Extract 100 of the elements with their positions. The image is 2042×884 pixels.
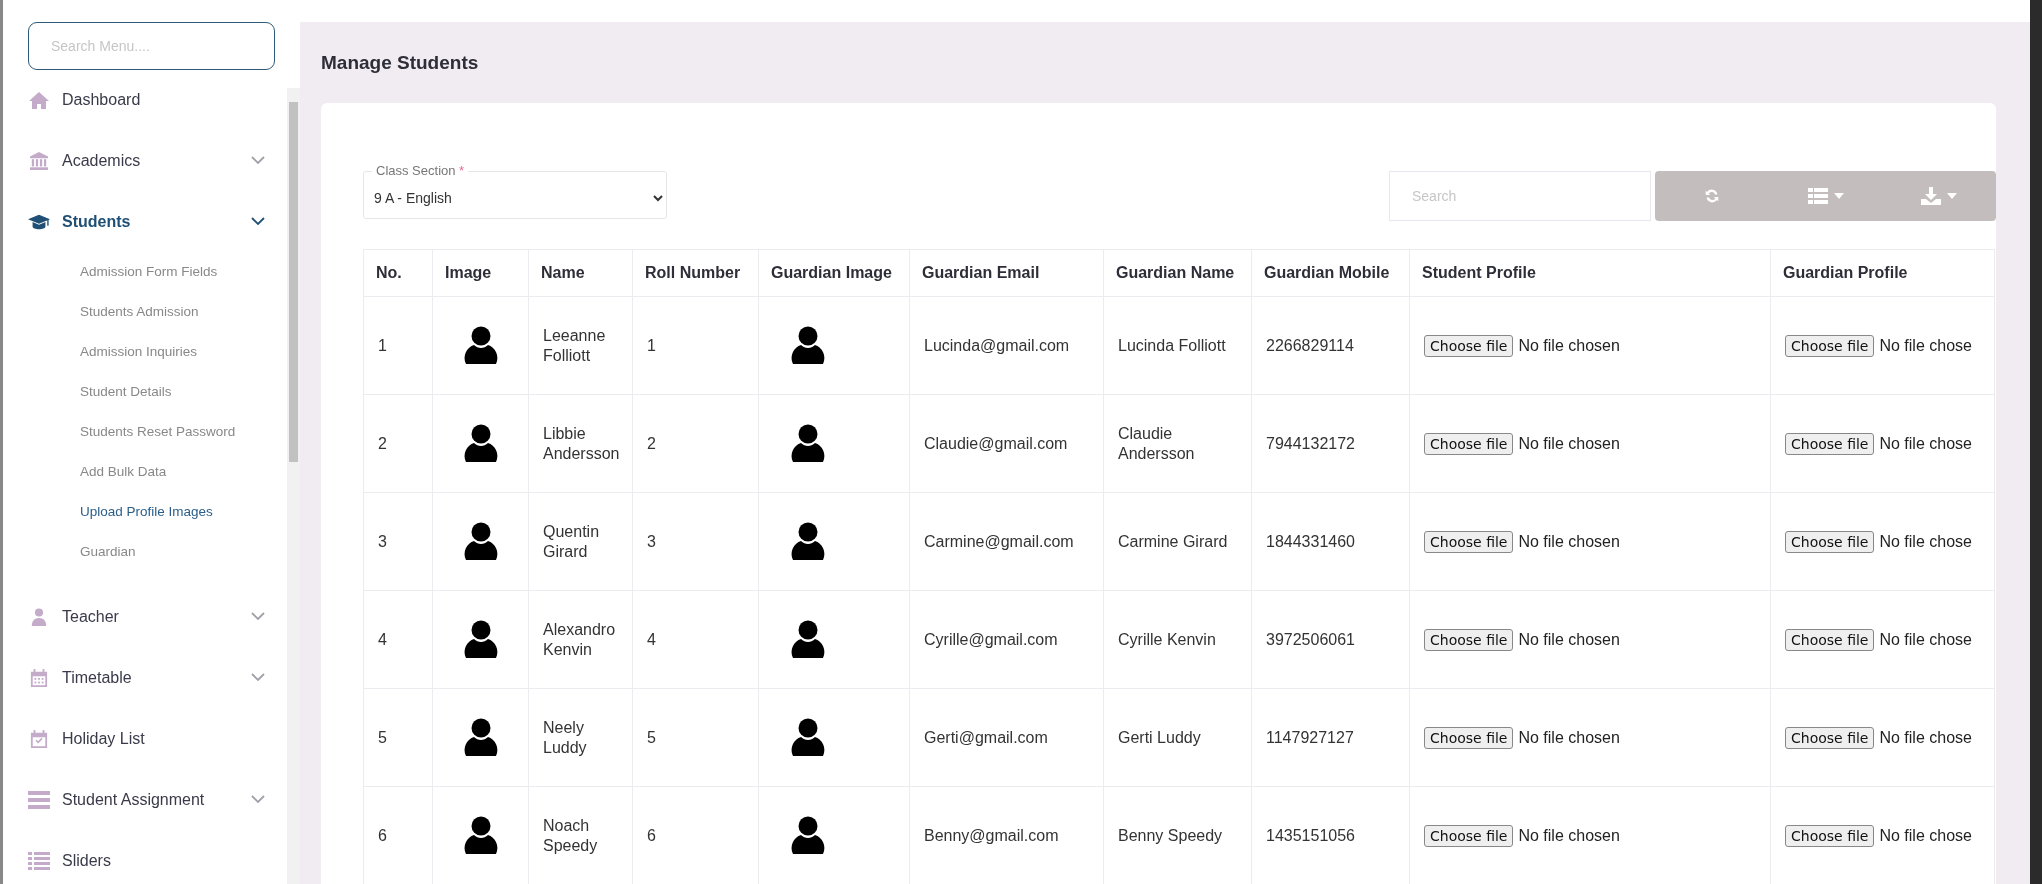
choose-file-button[interactable]: Choose file: [1785, 628, 1875, 651]
column-header: Name: [528, 249, 633, 297]
column-header: Guardian Mobile: [1251, 249, 1410, 297]
table-cell: 1147927127: [1251, 688, 1410, 787]
table-cell: Alexandro Kenvin: [528, 590, 633, 689]
bank-icon: [28, 151, 50, 170]
chevron-down-icon: [251, 795, 265, 804]
column-header: No.: [363, 249, 433, 297]
table-cell: Claudie@gmail.com: [909, 394, 1104, 493]
chevron-down-icon: [251, 612, 265, 621]
table-cell: 4: [632, 590, 759, 689]
submenu-item[interactable]: Students Reset Password: [80, 412, 287, 452]
menu-item[interactable]: Holiday List: [28, 708, 287, 769]
table-cell: 5: [363, 688, 433, 787]
column-header: Guardian Email: [909, 249, 1104, 297]
field-label: Class Section *: [375, 162, 466, 180]
scrollbar[interactable]: [287, 88, 300, 884]
table-cell: Neely Luddy: [528, 688, 633, 787]
table-cell: Libbie Andersson: [528, 394, 633, 493]
file-status: No file chose: [1879, 532, 1972, 550]
table-cell: Gerti@gmail.com: [909, 688, 1104, 787]
choose-file-button[interactable]: Choose file: [1424, 432, 1514, 455]
table-cell: Claudie Andersson: [1103, 394, 1252, 493]
submenu-item[interactable]: Upload Profile Images: [80, 492, 287, 532]
file-status: No file chosen: [1518, 728, 1620, 746]
table-cell: Carmine@gmail.com: [909, 492, 1104, 591]
table-cell: 2266829114: [1251, 296, 1410, 395]
list-icon: [1807, 188, 1828, 204]
menu-item[interactable]: Academics: [28, 130, 287, 191]
download-icon: [1921, 187, 1942, 205]
submenu-item[interactable]: Guardian: [80, 532, 287, 572]
choose-file-button[interactable]: Choose file: [1785, 726, 1875, 749]
table-cell: 4: [363, 590, 433, 689]
choose-file-button[interactable]: Choose file: [1785, 334, 1875, 357]
choose-file-button[interactable]: Choose file: [1785, 530, 1875, 553]
file-status: No file chosen: [1518, 434, 1620, 452]
table-cell: 1: [363, 296, 433, 395]
graduation-cap-icon: [28, 212, 50, 231]
choose-file-button[interactable]: Choose file: [1785, 824, 1875, 847]
table-cell: Quentin Girard: [528, 492, 633, 591]
table-cell: 2: [363, 394, 433, 493]
column-header: Student Profile: [1409, 249, 1771, 297]
person-icon: [789, 423, 827, 464]
chevron-down-icon: [251, 156, 265, 165]
table-cell: 3: [632, 492, 759, 591]
calendar-icon: [28, 668, 50, 687]
column-header: Roll Number: [632, 249, 759, 297]
table-cell: Lucinda@gmail.com: [909, 296, 1104, 395]
file-status: No file chose: [1879, 826, 1972, 844]
caret-icon: [1947, 193, 1958, 199]
column-header: Guardian Name: [1103, 249, 1252, 297]
choose-file-button[interactable]: Choose file: [1424, 628, 1514, 651]
table-cell: 3972506061: [1251, 590, 1410, 689]
table-cell: Leeanne Folliott: [528, 296, 633, 395]
table-cell: Gerti Luddy: [1103, 688, 1252, 787]
file-status: No file chose: [1879, 336, 1972, 354]
class-section-select[interactable]: 9 A - English: [364, 178, 666, 218]
choose-file-button[interactable]: Choose file: [1424, 334, 1514, 357]
submenu-item[interactable]: Add Bulk Data: [80, 452, 287, 492]
person-icon: [789, 619, 827, 660]
choose-file-button[interactable]: Choose file: [1785, 432, 1875, 455]
table-cell: Cyrille@gmail.com: [909, 590, 1104, 689]
menu-item[interactable]: Teacher: [28, 586, 287, 647]
caret-icon: [1833, 193, 1844, 199]
file-status: No file chosen: [1518, 630, 1620, 648]
page-title: Manage Students: [321, 51, 480, 75]
table-search-field[interactable]: Search: [1389, 171, 1651, 221]
file-status: No file chose: [1879, 728, 1972, 746]
table-cell: 6: [363, 786, 433, 884]
submenu-item[interactable]: Student Details: [80, 372, 287, 412]
calendar-check-icon: [28, 729, 50, 748]
list-icon: [28, 851, 50, 870]
menu-item[interactable]: Sliders: [28, 830, 287, 884]
column-header: Guardian Profile: [1770, 249, 1995, 297]
menu-item[interactable]: Student Assignment: [28, 769, 287, 830]
table-cell: 5: [632, 688, 759, 787]
choose-file-button[interactable]: Choose file: [1424, 726, 1514, 749]
house-icon: [28, 91, 50, 109]
submenu-item[interactable]: Students Admission: [80, 292, 287, 332]
choose-file-button[interactable]: Choose file: [1424, 530, 1514, 553]
table-cell: Lucinda Folliott: [1103, 296, 1252, 395]
chevron-down-icon: [251, 217, 265, 226]
submenu-item[interactable]: Admission Inquiries: [80, 332, 287, 372]
menu-item[interactable]: Students: [28, 191, 287, 252]
menu-search-field[interactable]: Search Menu....: [28, 22, 275, 70]
file-status: No file chosen: [1518, 826, 1620, 844]
table-cell: 1844331460: [1251, 492, 1410, 591]
person-icon: [789, 717, 827, 758]
menu-item[interactable]: Timetable: [28, 647, 287, 708]
table-cell: Carmine Girard: [1103, 492, 1252, 591]
table-cell: 3: [363, 492, 433, 591]
column-header: Guardian Image: [758, 249, 910, 297]
person-icon: [789, 325, 827, 366]
submenu-item[interactable]: Admission Form Fields: [80, 252, 287, 292]
table-cell: 1: [632, 296, 759, 395]
menu-item[interactable]: Dashboard: [28, 70, 287, 130]
choose-file-button[interactable]: Choose file: [1424, 824, 1514, 847]
person-icon: [789, 815, 827, 856]
chevron-down-icon: [251, 673, 265, 682]
table-cell: Cyrille Kenvin: [1103, 590, 1252, 689]
